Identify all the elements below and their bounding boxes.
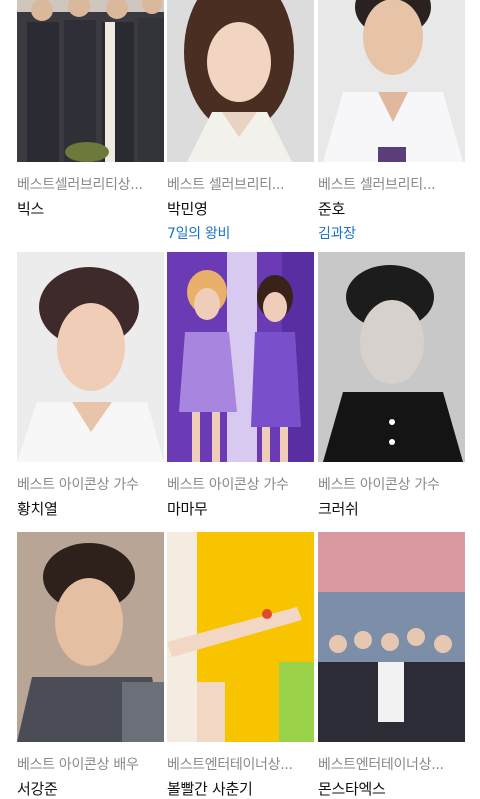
celebrity-name[interactable]: 크러쉬 [318, 498, 465, 519]
award-label: 베스트 아이콘상 배우 [17, 757, 139, 773]
celebrity-name[interactable]: 빅스 [17, 198, 164, 219]
celebrity-name[interactable]: 준호 [318, 198, 465, 219]
award-label: 베스트 셀러브리티... [167, 177, 285, 193]
group-photo[interactable] [167, 252, 314, 462]
group-photo[interactable] [167, 532, 314, 742]
portrait-photo[interactable] [167, 0, 314, 162]
celebrity-card-mamamoo[interactable]: 베스트 아이콘상 가수 마마무 [167, 252, 314, 519]
award-label: 베스트 아이콘상 가수 [17, 477, 139, 493]
group-photo[interactable] [318, 532, 465, 742]
portrait-photo[interactable] [17, 532, 164, 742]
portrait-photo[interactable] [17, 252, 164, 462]
portrait-photo[interactable] [318, 0, 465, 162]
award-label: 베스트 아이콘상 가수 [167, 477, 289, 493]
work-title-link[interactable]: 7일의 왕비 [167, 223, 314, 243]
celebrity-card-monsta-x[interactable]: 베스트엔터테이너상... 몬스타엑스 [318, 532, 465, 799]
celebrity-card-hwang-chi-yeul[interactable]: 베스트 아이콘상 가수 황치열 [17, 252, 164, 519]
work-title-link[interactable]: 김과장 [318, 223, 465, 243]
award-label: 베스트엔터테이너상... [318, 757, 444, 773]
award-label: 베스트 셀러브리티... [318, 177, 436, 193]
group-photo[interactable] [17, 0, 164, 162]
celebrity-card-seo-kang-joon[interactable]: 베스트 아이콘상 배우 서강준 [17, 532, 164, 799]
celebrity-name[interactable]: 박민영 [167, 198, 314, 219]
award-label: 베스트엔터테이너상... [167, 757, 293, 773]
award-label: 베스트 아이콘상 가수 [318, 477, 440, 493]
celebrity-grid: 베스트셀러브리티상... 빅스 베스트 셀러브리티... 박민영 7일의 왕비 [0, 0, 480, 799]
celebrity-card-vixx[interactable]: 베스트셀러브리티상... 빅스 [17, 0, 164, 219]
celebrity-card-bolbbalgan4[interactable]: 베스트엔터테이너상... 볼빨간 사춘기 [167, 532, 314, 799]
award-label: 베스트셀러브리티상... [17, 177, 143, 193]
celebrity-name[interactable]: 마마무 [167, 498, 314, 519]
celebrity-card-junho[interactable]: 베스트 셀러브리티... 준호 김과장 [318, 0, 465, 243]
portrait-photo[interactable] [318, 252, 465, 462]
celebrity-name[interactable]: 황치열 [17, 498, 164, 519]
celebrity-card-crush[interactable]: 베스트 아이콘상 가수 크러쉬 [318, 252, 465, 519]
celebrity-card-park-min-young[interactable]: 베스트 셀러브리티... 박민영 7일의 왕비 [167, 0, 314, 243]
